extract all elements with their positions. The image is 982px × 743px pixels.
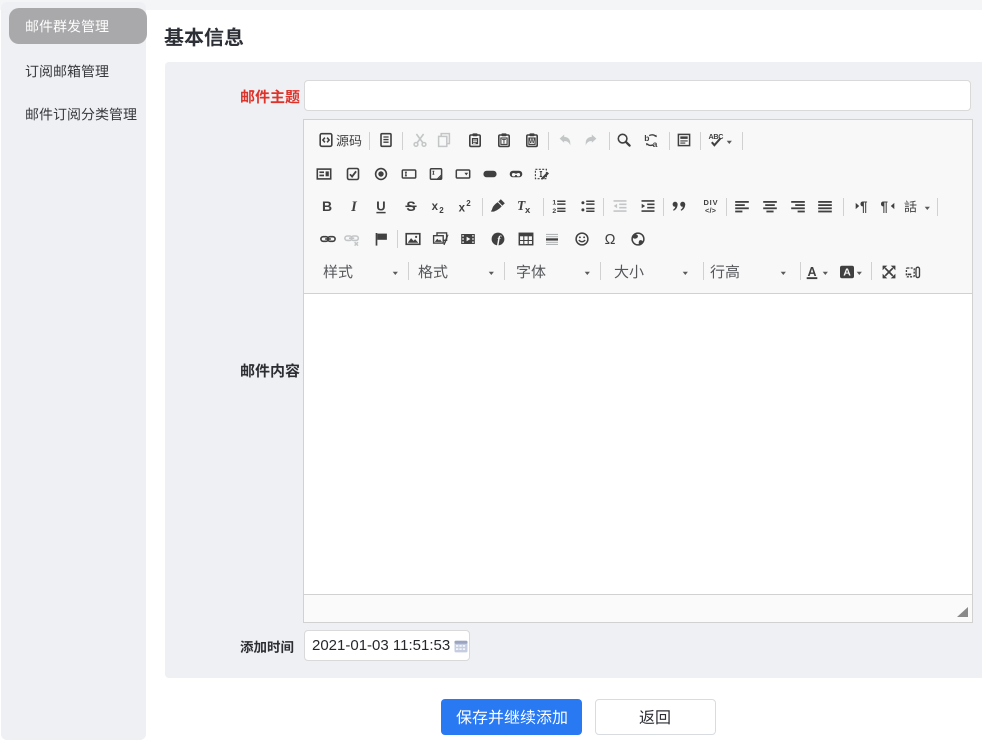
svg-text:I: I xyxy=(350,199,358,214)
svg-text:B: B xyxy=(322,198,332,214)
svg-text:A: A xyxy=(843,267,851,279)
svg-text:¶: ¶ xyxy=(860,199,868,214)
svg-text:x: x xyxy=(459,203,466,215)
svg-text:x: x xyxy=(432,201,439,213)
svg-text:a: a xyxy=(653,139,658,148)
svg-text:¶: ¶ xyxy=(881,199,889,214)
svg-text:ABC: ABC xyxy=(709,132,724,141)
svg-text:2: 2 xyxy=(439,206,444,214)
svg-text:Ω: Ω xyxy=(605,232,616,247)
svg-text:U: U xyxy=(376,199,385,214)
svg-text:</>: </> xyxy=(705,206,717,214)
svg-text:W: W xyxy=(529,139,535,145)
svg-text:A: A xyxy=(807,265,816,279)
svg-text:2: 2 xyxy=(466,199,471,208)
svg-text:b: b xyxy=(644,133,649,143)
svg-text:2: 2 xyxy=(552,208,556,214)
svg-text:1: 1 xyxy=(552,200,556,207)
svg-text:x: x xyxy=(525,205,531,214)
